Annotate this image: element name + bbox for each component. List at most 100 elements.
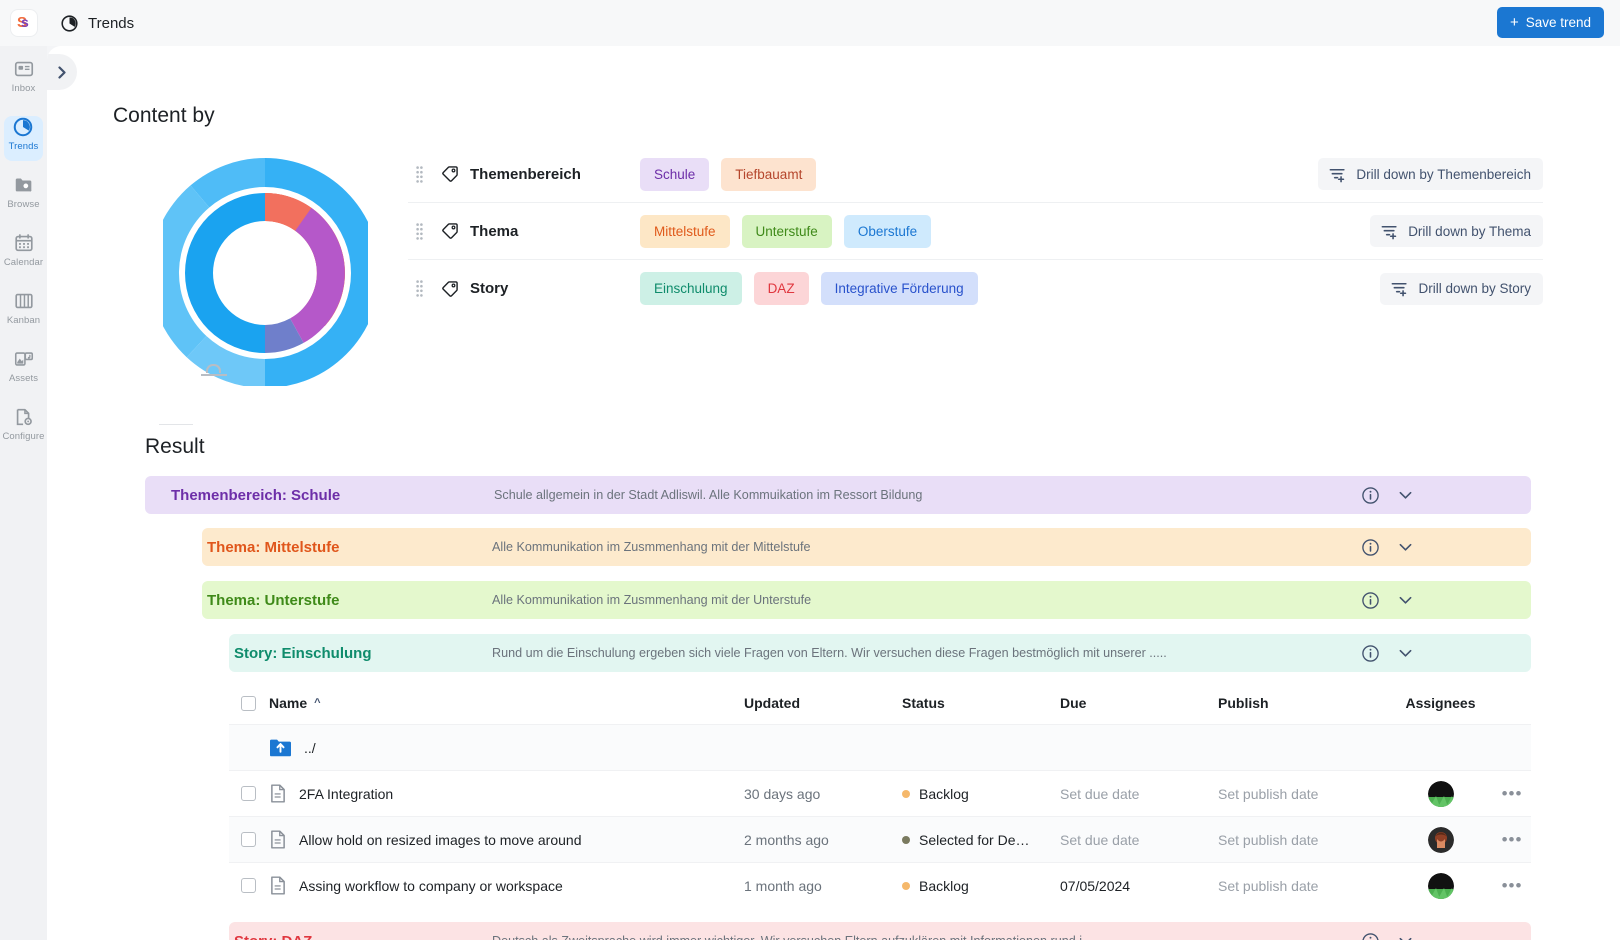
info-icon[interactable]: [1361, 644, 1380, 663]
page-title: Trends: [88, 14, 135, 32]
chip-mittelstufe[interactable]: Mittelstufe: [640, 214, 730, 248]
filter-plus-icon: [1392, 282, 1408, 297]
row-publish[interactable]: Set publish date: [1218, 786, 1388, 802]
row-publish[interactable]: Set publish date: [1218, 878, 1388, 894]
dimension-name: Themenbereich: [470, 165, 581, 183]
chevron-down-icon[interactable]: [1398, 593, 1413, 608]
row-status[interactable]: Selected for De…: [902, 832, 1060, 848]
drill-down-thema-button[interactable]: Drill down by Thema: [1370, 215, 1543, 247]
row-checkbox[interactable]: [241, 878, 256, 893]
chip-label: Unterstufe: [755, 223, 818, 239]
row-due[interactable]: Set due date: [1060, 786, 1218, 802]
drill-down-story-button[interactable]: Drill down by Story: [1380, 272, 1543, 305]
table-row[interactable]: Allow hold on resized images to move aro…: [229, 816, 1531, 862]
panel-collapse-toggle[interactable]: [47, 54, 77, 90]
drag-handle-icon[interactable]: [408, 222, 430, 240]
trends-icon: [61, 14, 78, 32]
band-description: Deutsch als Zweitsprache wird immer wich…: [492, 934, 1082, 940]
app-logo[interactable]: Ss: [0, 0, 48, 46]
row-name-cell[interactable]: Allow hold on resized images to move aro…: [269, 829, 744, 850]
select-all-checkbox[interactable]: [241, 695, 256, 711]
column-header-updated[interactable]: Updated: [744, 695, 902, 711]
row-publish[interactable]: Set publish date: [1218, 832, 1388, 848]
sort-ascending-icon: ^: [314, 697, 321, 709]
info-icon[interactable]: [1361, 486, 1380, 505]
drag-handle-icon[interactable]: [408, 165, 430, 183]
chip-tiefbauamt[interactable]: Tiefbauamt: [721, 157, 817, 191]
sidebar-item-label: Calendar: [3, 257, 44, 268]
topbar: Ss Trends + Save trend: [0, 0, 1620, 46]
up-directory-cell[interactable]: ../: [269, 737, 744, 758]
document-icon: [271, 784, 285, 803]
tag-icon: [442, 223, 458, 239]
band-description: Alle Kommunikation im Zusmmenhang mit de…: [492, 540, 811, 554]
row-actions-menu[interactable]: •••: [1493, 830, 1531, 850]
chevron-down-icon[interactable]: [1398, 934, 1413, 940]
row-status[interactable]: Backlog: [902, 878, 1060, 894]
row-assignees[interactable]: [1388, 872, 1493, 899]
info-icon[interactable]: [1361, 932, 1380, 940]
chip-einschulung[interactable]: Einschulung: [640, 272, 742, 305]
sidebar-item-label: Trends: [8, 141, 39, 152]
row-checkbox-cell: [229, 786, 269, 801]
column-header-assignees[interactable]: Assignees: [1388, 695, 1493, 711]
chip-integrative-foerderung[interactable]: Integrative Förderung: [820, 272, 978, 305]
row-name: Assing workflow to company or workspace: [299, 877, 563, 894]
sidebar-item-label: Kanban: [6, 315, 41, 326]
chip-daz[interactable]: DAZ: [753, 272, 809, 305]
chevron-down-icon[interactable]: [1398, 488, 1413, 503]
row-name-cell[interactable]: Assing workflow to company or workspace: [269, 875, 744, 896]
sidebar-item-configure[interactable]: Configure: [0, 399, 47, 447]
content-by-heading: Content by: [113, 104, 215, 127]
save-trend-button[interactable]: + Save trend: [1496, 7, 1604, 38]
row-updated: 1 month ago: [744, 877, 822, 894]
result-band-thema-unterstufe[interactable]: Thema: Unterstufe Alle Kommunikation im …: [47, 581, 1620, 619]
drill-down-themenbereich-button[interactable]: Drill down by Themenbereich: [1318, 158, 1543, 190]
row-checkbox[interactable]: [241, 832, 256, 847]
result-band-themenbereich-schule[interactable]: Themenbereich: Schule Schule allgemein i…: [47, 476, 1620, 514]
chevron-down-icon[interactable]: [1398, 646, 1413, 661]
tag-icon: [442, 280, 458, 297]
sidebar-item-calendar[interactable]: Calendar: [0, 225, 47, 273]
result-divider: [159, 424, 193, 425]
sidebar-item-assets[interactable]: Assets: [0, 341, 47, 389]
row-checkbox[interactable]: [241, 786, 256, 801]
browse-icon: [15, 178, 31, 192]
band-description: Alle Kommunikation im Zusmmenhang mit de…: [492, 593, 812, 607]
column-header-status[interactable]: Status: [902, 695, 1060, 711]
sidebar-item-browse[interactable]: Browse: [0, 167, 47, 215]
sidebar-item-trends[interactable]: Trends: [0, 109, 47, 161]
info-icon[interactable]: [1361, 538, 1380, 557]
chip-label: Integrative Förderung: [834, 281, 964, 296]
topbar-title-group: Trends: [60, 14, 134, 33]
table-row[interactable]: 2FA Integration 30 days ago Backlog Set …: [229, 770, 1531, 816]
result-band-story-daz[interactable]: Story: DAZ Deutsch als Zweitsprache wird…: [47, 922, 1620, 940]
column-header-due[interactable]: Due: [1060, 695, 1218, 711]
result-band-story-einschulung[interactable]: Story: Einschulung Rund um die Einschulu…: [47, 634, 1620, 672]
chip-label: Schule: [654, 166, 696, 182]
row-due[interactable]: 07/05/2024: [1060, 878, 1218, 894]
column-header-name[interactable]: Name ^: [269, 695, 744, 711]
chip-schule[interactable]: Schule: [640, 157, 710, 191]
row-due[interactable]: Set due date: [1060, 832, 1218, 848]
row-name-cell[interactable]: 2FA Integration: [269, 783, 744, 804]
row-assignees[interactable]: [1388, 780, 1493, 807]
drag-handle-icon[interactable]: [408, 280, 430, 297]
row-assignees[interactable]: [1388, 826, 1493, 853]
row-actions-menu[interactable]: •••: [1493, 784, 1531, 804]
save-trend-label: Save trend: [1525, 15, 1591, 30]
chip-oberstufe[interactable]: Oberstufe: [843, 214, 932, 248]
row-status[interactable]: Backlog: [902, 786, 1060, 802]
sidebar-item-inbox[interactable]: Inbox: [0, 51, 47, 99]
chip-unterstufe[interactable]: Unterstufe: [741, 214, 832, 248]
band-description: Schule allgemein in der Stadt Adliswil. …: [494, 488, 923, 502]
table-row[interactable]: Assing workflow to company or workspace …: [229, 862, 1531, 908]
sidebar-item-kanban[interactable]: Kanban: [0, 283, 47, 331]
result-band-thema-mittelstufe[interactable]: Thema: Mittelstufe Alle Kommunikation im…: [47, 528, 1620, 566]
dimension-rows: Themenbereich Schule Tiefbauamt Drill do…: [408, 146, 1543, 317]
row-actions-menu[interactable]: •••: [1493, 876, 1531, 896]
table-row-up-directory[interactable]: ../: [229, 724, 1531, 770]
chevron-down-icon[interactable]: [1398, 540, 1413, 555]
column-header-publish[interactable]: Publish: [1218, 695, 1388, 711]
info-icon[interactable]: [1361, 591, 1380, 610]
